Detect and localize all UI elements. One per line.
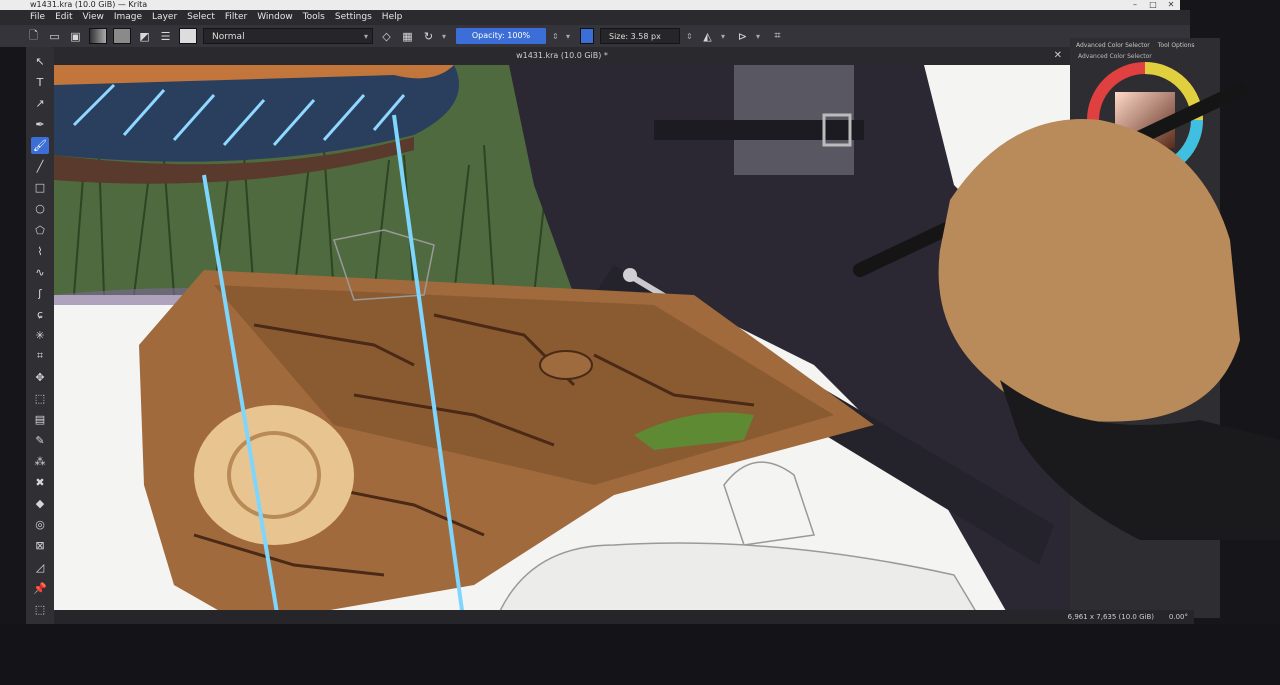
menu-image[interactable]: Image bbox=[114, 10, 142, 25]
color-swap-icon[interactable]: ◩ bbox=[137, 29, 152, 44]
gradient-tool-icon[interactable]: ▤ bbox=[31, 411, 49, 428]
eraser-icon[interactable]: ◇ bbox=[379, 29, 394, 44]
log-knot bbox=[539, 350, 593, 380]
menu-edit[interactable]: Edit bbox=[55, 10, 72, 25]
assistant-tool-icon[interactable]: ◎ bbox=[31, 516, 49, 533]
close-icon[interactable]: ✕ bbox=[1162, 0, 1180, 10]
freehand-brush-icon[interactable]: 🖌 bbox=[31, 137, 49, 155]
title-bar: w1431.kra (10.0 GiB) — Krita – □ ✕ bbox=[0, 0, 1180, 10]
menu-bar: File Edit View Image Layer Select Filter… bbox=[0, 10, 1190, 25]
smart-patch-icon[interactable]: ⁂ bbox=[31, 453, 49, 470]
blending-mode-select[interactable]: Normal bbox=[203, 28, 373, 45]
minimize-icon[interactable]: – bbox=[1126, 0, 1144, 10]
reference-tool-icon[interactable]: 📌 bbox=[31, 580, 49, 597]
artwork bbox=[54, 65, 1070, 625]
brush-size-slider[interactable]: Size: 3.58 px bbox=[600, 28, 680, 44]
polygon-tool-icon[interactable]: ⬠ bbox=[31, 222, 49, 239]
menu-file[interactable]: File bbox=[30, 10, 45, 25]
polyline-tool-icon[interactable]: ⌇ bbox=[31, 243, 49, 260]
drawing-canvas[interactable] bbox=[54, 65, 1070, 625]
menu-settings[interactable]: Settings bbox=[335, 10, 372, 25]
size-stepper-icon[interactable]: ⇕ bbox=[686, 32, 694, 41]
tab-advanced-color-selector[interactable]: Advanced Color Selector bbox=[1076, 42, 1150, 49]
krita-window: w1431.kra (10.0 GiB) — Krita – □ ✕ File … bbox=[0, 0, 1280, 685]
brush-preset-swatch[interactable] bbox=[179, 28, 197, 44]
open-folder-icon[interactable]: ▭ bbox=[47, 29, 62, 44]
colorize-mask-icon[interactable]: ✖ bbox=[31, 474, 49, 491]
alpha-lock-icon[interactable]: ▦ bbox=[400, 29, 415, 44]
toolbox: ↖ T ↗ ✒ 🖌 ╱ □ ○ ⬠ ⌇ ∿ ʃ ɕ ✳ ⌗ ✥ ⬚ ▤ ✎ ⁂ … bbox=[26, 47, 54, 685]
new-document-icon[interactable]: 🗋 bbox=[26, 29, 41, 44]
right-docker: Advanced Color Selector Tool Options Adv… bbox=[1070, 38, 1220, 618]
perspective-grid-icon[interactable]: ⊠ bbox=[31, 537, 49, 554]
fill-tool-icon[interactable]: ◆ bbox=[31, 495, 49, 512]
line-tool-icon[interactable]: ╱ bbox=[31, 158, 49, 175]
mirror-v-dropdown-icon[interactable]: ▾ bbox=[756, 32, 764, 41]
menu-tools[interactable]: Tools bbox=[303, 10, 325, 25]
reload-dropdown-icon[interactable]: ▾ bbox=[442, 32, 450, 41]
window-controls: – □ ✕ bbox=[1126, 0, 1180, 10]
image-size-readout: 6,961 x 7,635 (10.0 GiB) bbox=[1067, 613, 1154, 621]
menu-select[interactable]: Select bbox=[187, 10, 215, 25]
opacity-dropdown-icon[interactable]: ▾ bbox=[566, 32, 574, 41]
dynamic-brush-icon[interactable]: ɕ bbox=[31, 306, 49, 323]
crop-tool-icon[interactable]: ⌗ bbox=[31, 348, 49, 365]
menu-help[interactable]: Help bbox=[382, 10, 403, 25]
tablet-bezel bbox=[0, 624, 1280, 685]
brush-toolbar: 🗋 ▭ ▣ ◩ ☰ Normal ◇ ▦ ↻ ▾ Opacity: 100% ⇕… bbox=[0, 25, 1190, 47]
ellipse-tool-icon[interactable]: ○ bbox=[31, 200, 49, 217]
move-tool-icon[interactable]: ✥ bbox=[31, 369, 49, 386]
status-bar: 6,961 x 7,635 (10.0 GiB) 0.00° bbox=[54, 610, 1194, 624]
menu-window[interactable]: Window bbox=[257, 10, 293, 25]
opacity-slider[interactable]: Opacity: 100% bbox=[456, 28, 546, 44]
close-document-icon[interactable]: ✕ bbox=[1054, 47, 1062, 65]
save-icon[interactable]: ▣ bbox=[68, 29, 83, 44]
rectangle-tool-icon[interactable]: □ bbox=[31, 179, 49, 196]
pattern-swatch[interactable] bbox=[113, 28, 131, 44]
wrap-around-icon[interactable]: ⌗ bbox=[770, 29, 785, 44]
maximize-icon[interactable]: □ bbox=[1144, 0, 1162, 10]
opacity-stepper-icon[interactable]: ⇕ bbox=[552, 32, 560, 41]
sword-pommel bbox=[623, 268, 637, 282]
edit-shapes-icon[interactable]: ↗ bbox=[31, 95, 49, 112]
tab-tool-options[interactable]: Tool Options bbox=[1158, 42, 1195, 49]
gradient-swatch[interactable] bbox=[89, 28, 107, 44]
menu-layer[interactable]: Layer bbox=[152, 10, 177, 25]
docker-panel-title: Advanced Color Selector bbox=[1078, 53, 1152, 60]
window-title: w1431.kra (10.0 GiB) — Krita bbox=[30, 0, 148, 9]
measure-tool-icon[interactable]: ◿ bbox=[31, 559, 49, 576]
multibrush-icon[interactable]: ✳ bbox=[31, 327, 49, 344]
bezier-tool-icon[interactable]: ∿ bbox=[31, 264, 49, 281]
color-wheel[interactable] bbox=[1070, 60, 1220, 180]
select-shapes-icon[interactable]: ↖ bbox=[31, 53, 49, 70]
reload-preset-icon[interactable]: ↻ bbox=[421, 29, 436, 44]
mirror-dropdown-icon[interactable]: ▾ bbox=[721, 32, 729, 41]
calligraphy-icon[interactable]: ✒ bbox=[31, 116, 49, 133]
freehand-path-icon[interactable]: ʃ bbox=[31, 285, 49, 302]
menu-view[interactable]: View bbox=[83, 10, 104, 25]
color-picker-icon[interactable]: ✎ bbox=[31, 432, 49, 449]
transform-tool-icon[interactable]: ⬚ bbox=[31, 390, 49, 407]
brush-settings-icon[interactable]: ☰ bbox=[158, 29, 173, 44]
docker-tabs: Advanced Color Selector Tool Options bbox=[1070, 38, 1220, 53]
rotation-readout[interactable]: 0.00° bbox=[1169, 610, 1188, 624]
saturation-square bbox=[1115, 92, 1175, 148]
document-tab-label: w1431.kra (10.0 GiB) * bbox=[516, 51, 608, 60]
foreground-color-swatch[interactable] bbox=[580, 28, 594, 44]
text-tool-icon[interactable]: T bbox=[31, 74, 49, 91]
document-tab[interactable]: w1431.kra (10.0 GiB) * ✕ bbox=[54, 47, 1070, 65]
log-cut-end bbox=[194, 405, 354, 545]
mirror-vertical-icon[interactable]: ⊳ bbox=[735, 29, 750, 44]
mirror-horizontal-icon[interactable]: ◭ bbox=[700, 29, 715, 44]
rect-select-icon[interactable]: ⬚ bbox=[31, 601, 49, 618]
menu-filter[interactable]: Filter bbox=[225, 10, 247, 25]
belt bbox=[654, 120, 864, 140]
